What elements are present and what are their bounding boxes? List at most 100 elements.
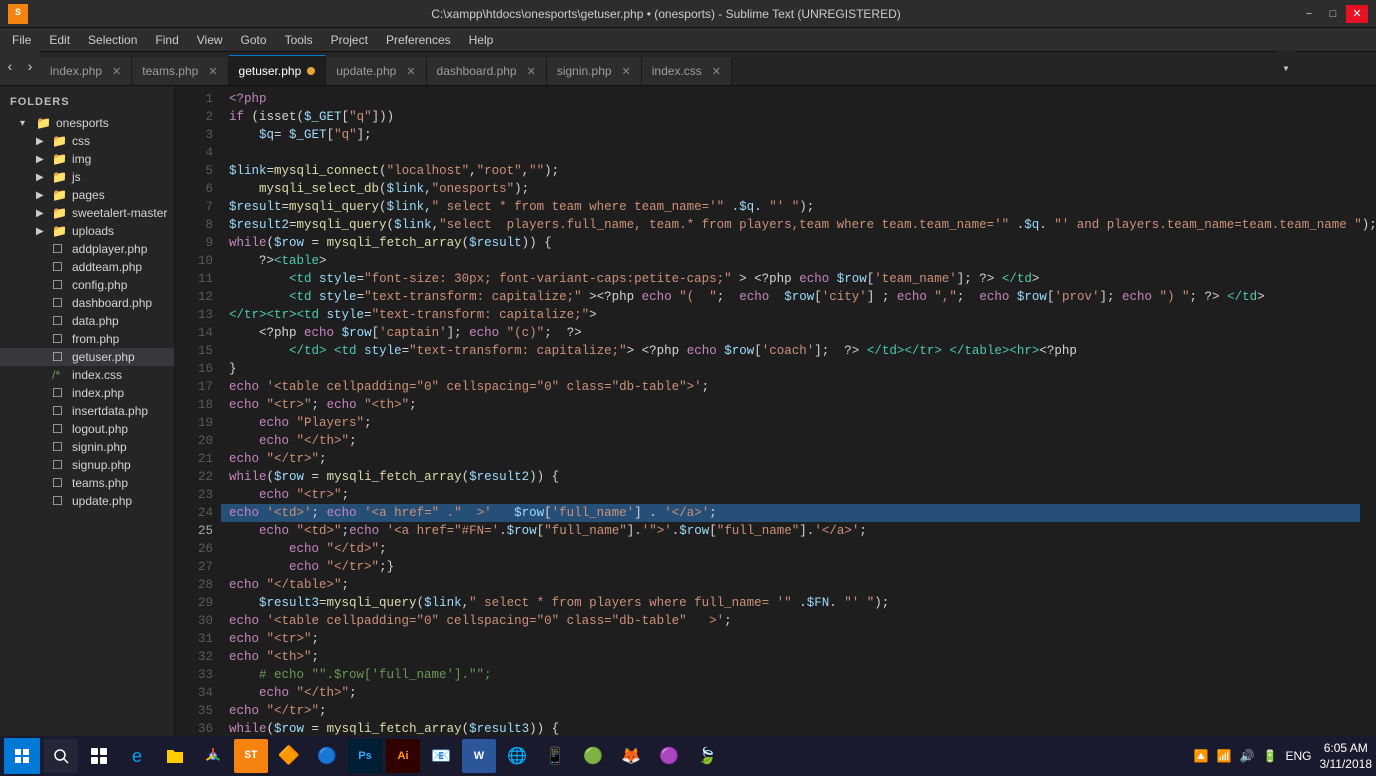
tab-dashboard-php[interactable]: dashboard.php ✕	[427, 57, 547, 85]
menu-bar: File Edit Selection Find View Goto Tools…	[0, 28, 1376, 52]
taskbar-app5[interactable]: 🟢	[576, 739, 610, 773]
tab-close-icon[interactable]: ✕	[527, 65, 536, 78]
minimize-button[interactable]: −	[1298, 5, 1320, 23]
sidebar-file-dashboard[interactable]: ▶ ☐ dashboard.php	[0, 294, 174, 312]
close-button[interactable]: ✕	[1346, 5, 1368, 23]
tab-label: dashboard.php	[437, 64, 517, 78]
sidebar-file-update[interactable]: ▶ ☐ update.php	[0, 492, 174, 510]
file-label: teams.php	[72, 476, 128, 490]
sidebar-file-indexcss[interactable]: ▶ /* index.css	[0, 366, 174, 384]
taskbar-app3[interactable]: 🌐	[500, 739, 534, 773]
taskbar-clock: 6:05 AM 3/11/2018	[1320, 740, 1373, 772]
expand-arrow-icon: ▾	[20, 118, 36, 129]
menu-preferences[interactable]: Preferences	[378, 31, 459, 49]
taskbar-chrome[interactable]	[196, 739, 230, 773]
volume-icon: 🔊	[1240, 749, 1255, 763]
tab-close-icon[interactable]: ✕	[406, 65, 415, 78]
tab-nav-right[interactable]: ›	[20, 51, 40, 85]
title-bar: S C:\xampp\htdocs\onesports\getuser.php …	[0, 0, 1376, 28]
expand-arrow-icon: ▶	[36, 226, 52, 237]
expand-arrow-icon: ▶	[36, 136, 52, 147]
file-label: addteam.php	[72, 260, 142, 274]
taskbar-ie[interactable]: e	[120, 739, 154, 773]
sidebar: FOLDERS ▾ 📁 onesports ▶ 📁 css ▶ 📁 img ▶ …	[0, 86, 175, 748]
tab-close-icon[interactable]: ✕	[208, 65, 217, 78]
sidebar-file-getuser[interactable]: ▶ ☐ getuser.php	[0, 348, 174, 366]
sidebar-file-logout[interactable]: ▶ ☐ logout.php	[0, 420, 174, 438]
editor[interactable]: 12345 678910 1112131415 1617181920 21222…	[175, 86, 1376, 748]
code-content[interactable]: <?php if (isset($_GET["q"])) $q= $_GET["…	[221, 86, 1376, 748]
tab-close-icon[interactable]: ✕	[112, 65, 121, 78]
sidebar-file-insertdata[interactable]: ▶ ☐ insertdata.php	[0, 402, 174, 420]
sidebar-folder-pages[interactable]: ▶ 📁 pages	[0, 186, 174, 204]
folder-icon: 📁	[52, 134, 68, 148]
taskbar-app4[interactable]: 📱	[538, 739, 572, 773]
taskbar-app7[interactable]: 🍃	[690, 739, 724, 773]
menu-view[interactable]: View	[189, 31, 231, 49]
expand-arrow-icon: ▶	[36, 172, 52, 183]
menu-selection[interactable]: Selection	[80, 31, 145, 49]
sidebar-folder-css[interactable]: ▶ 📁 css	[0, 132, 174, 150]
sidebar-folder-sweetalert[interactable]: ▶ 📁 sweetalert-master	[0, 204, 174, 222]
taskbar: e ST 🔶 🔵 Ps Ai 📧 W 🌐 📱 🟢 🦊 🟣 🍃 🔼 📶 🔊 🔋 E…	[0, 736, 1376, 776]
sidebar-file-teams[interactable]: ▶ ☐ teams.php	[0, 474, 174, 492]
taskbar-task-view[interactable]	[82, 739, 116, 773]
folder-label: uploads	[72, 224, 114, 238]
taskbar-ai[interactable]: Ai	[386, 739, 420, 773]
taskbar-firefox[interactable]: 🦊	[614, 739, 648, 773]
start-button[interactable]	[4, 738, 40, 774]
taskbar-search[interactable]	[44, 739, 78, 773]
sidebar-file-signup[interactable]: ▶ ☐ signup.php	[0, 456, 174, 474]
tab-overflow-button[interactable]: ▾	[1276, 51, 1296, 85]
taskbar-sublime[interactable]: ST	[234, 739, 268, 773]
tab-nav-left[interactable]: ‹	[0, 51, 20, 85]
file-label: signup.php	[72, 458, 131, 472]
expand-arrow-icon: ▶	[36, 190, 52, 201]
sidebar-folder-uploads[interactable]: ▶ 📁 uploads	[0, 222, 174, 240]
sidebar-file-signin[interactable]: ▶ ☐ signin.php	[0, 438, 174, 456]
sidebar-file-indexphp[interactable]: ▶ ☐ index.php	[0, 384, 174, 402]
taskbar-app2[interactable]: 📧	[424, 739, 458, 773]
expand-arrow-icon: ▶	[36, 208, 52, 219]
menu-find[interactable]: Find	[147, 31, 186, 49]
tab-update-php[interactable]: update.php ✕	[326, 57, 426, 85]
file-icon: /*	[52, 368, 68, 382]
line-numbers: 12345 678910 1112131415 1617181920 21222…	[175, 86, 221, 748]
file-label: addplayer.php	[72, 242, 147, 256]
tab-close-icon[interactable]: ✕	[712, 65, 721, 78]
tab-getuser-php[interactable]: getuser.php	[229, 55, 327, 85]
menu-edit[interactable]: Edit	[41, 31, 78, 49]
sidebar-file-addplayer[interactable]: ▶ ☐ addplayer.php	[0, 240, 174, 258]
menu-tools[interactable]: Tools	[277, 31, 321, 49]
sidebar-file-addteam[interactable]: ▶ ☐ addteam.php	[0, 258, 174, 276]
taskbar-app1[interactable]: 🔵	[310, 739, 344, 773]
file-icon: ☐	[52, 260, 68, 274]
folder-icon: 📁	[52, 206, 68, 220]
sidebar-file-from[interactable]: ▶ ☐ from.php	[0, 330, 174, 348]
menu-file[interactable]: File	[4, 31, 39, 49]
menu-help[interactable]: Help	[461, 31, 502, 49]
sidebar-file-config[interactable]: ▶ ☐ config.php	[0, 276, 174, 294]
tab-teams-php[interactable]: teams.php ✕	[132, 57, 228, 85]
sidebar-folder-img[interactable]: ▶ 📁 img	[0, 150, 174, 168]
taskbar-app6[interactable]: 🟣	[652, 739, 686, 773]
folder-icon: 📁	[52, 224, 68, 238]
taskbar-explorer[interactable]	[158, 739, 192, 773]
taskbar-vlc[interactable]: 🔶	[272, 739, 306, 773]
tab-signin-php[interactable]: signin.php ✕	[547, 57, 642, 85]
tab-close-icon[interactable]: ✕	[622, 65, 631, 78]
taskbar-word[interactable]: W	[462, 739, 496, 773]
sidebar-file-data[interactable]: ▶ ☐ data.php	[0, 312, 174, 330]
sidebar-root-folder[interactable]: ▾ 📁 onesports	[0, 114, 174, 132]
tab-index-php[interactable]: index.php ✕	[40, 57, 132, 85]
sidebar-folder-js[interactable]: ▶ 📁 js	[0, 168, 174, 186]
taskbar-tray: 🔼 📶 🔊 🔋 ENG 6:05 AM 3/11/2018	[1194, 740, 1372, 772]
network-icon: 📶	[1217, 749, 1232, 763]
menu-goto[interactable]: Goto	[233, 31, 275, 49]
tab-index-css[interactable]: index.css ✕	[642, 57, 732, 85]
maximize-button[interactable]: □	[1322, 5, 1344, 23]
file-icon: ☐	[52, 494, 68, 508]
menu-project[interactable]: Project	[323, 31, 376, 49]
taskbar-ps[interactable]: Ps	[348, 739, 382, 773]
clock-time: 6:05 AM	[1324, 740, 1368, 756]
